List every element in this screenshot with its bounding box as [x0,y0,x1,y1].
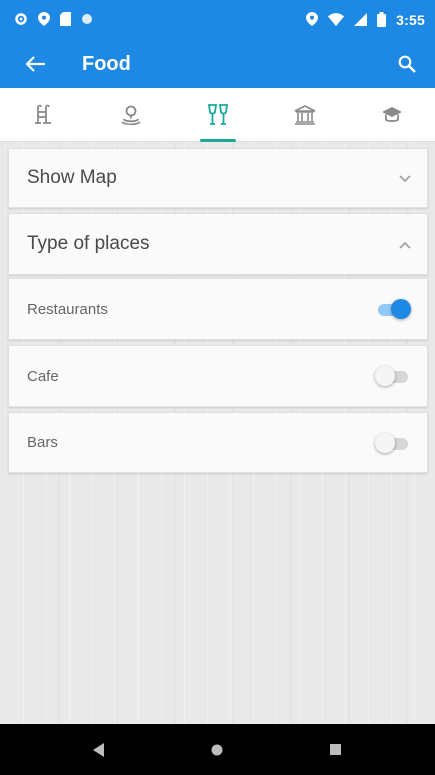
pool-ladder-icon [34,104,51,124]
back-button[interactable] [22,50,50,78]
chevron-up-icon [399,236,411,252]
tab-education[interactable] [357,88,427,142]
status-right-icons: 3:55 [306,11,425,29]
graduation-cap-icon [381,106,402,122]
recents-square-icon [330,744,342,755]
circle-icon [81,13,93,27]
tab-food[interactable] [183,88,253,142]
map-pin-person-icon [120,105,141,125]
bars-toggle[interactable] [375,432,411,453]
signal-icon [354,12,368,28]
search-button[interactable] [393,50,421,78]
back-triangle-icon [93,742,105,757]
sim-card-icon [60,12,71,28]
arrow-left-icon [26,56,45,72]
list-item-restaurants: Restaurants [8,278,428,340]
nav-recents-button[interactable] [316,730,356,770]
home-circle-icon [211,744,223,755]
page-title: Food [82,52,131,75]
system-nav-bar [0,724,435,775]
food-drink-icon [207,103,228,125]
search-icon [398,55,416,73]
location-icon [38,12,50,28]
bars-label: Bars [27,434,58,451]
nav-home-button[interactable] [197,730,237,770]
status-left-icons [14,12,93,28]
cafe-toggle[interactable] [375,366,411,386]
chevron-down-icon [399,170,411,186]
app-bar: Food [0,40,435,88]
battery-icon [377,11,387,29]
show-map-section[interactable]: Show Map [8,148,428,208]
list-item-cafe: Cafe [8,345,428,407]
settings-icon [14,12,28,28]
wifi-icon [328,12,345,28]
category-tab-bar [0,88,435,142]
restaurants-toggle[interactable] [375,299,411,319]
tab-museums[interactable] [270,88,340,142]
type-of-places-label: Type of places [27,233,150,254]
status-bar: 3:55 [0,0,435,40]
toggle-thumb [391,299,411,319]
status-time: 3:55 [396,12,425,28]
cafe-label: Cafe [27,367,59,385]
toggle-thumb [375,432,395,453]
list-item-bars: Bars [8,412,428,473]
toggle-thumb [375,366,395,386]
nav-back-button[interactable] [79,730,119,770]
tab-places[interactable] [96,88,166,142]
tab-activities[interactable] [9,88,79,142]
restaurants-label: Restaurants [27,300,108,318]
type-of-places-section[interactable]: Type of places [8,213,428,275]
museum-icon [294,104,315,125]
location-icon [306,12,319,28]
show-map-label: Show Map [27,167,117,188]
